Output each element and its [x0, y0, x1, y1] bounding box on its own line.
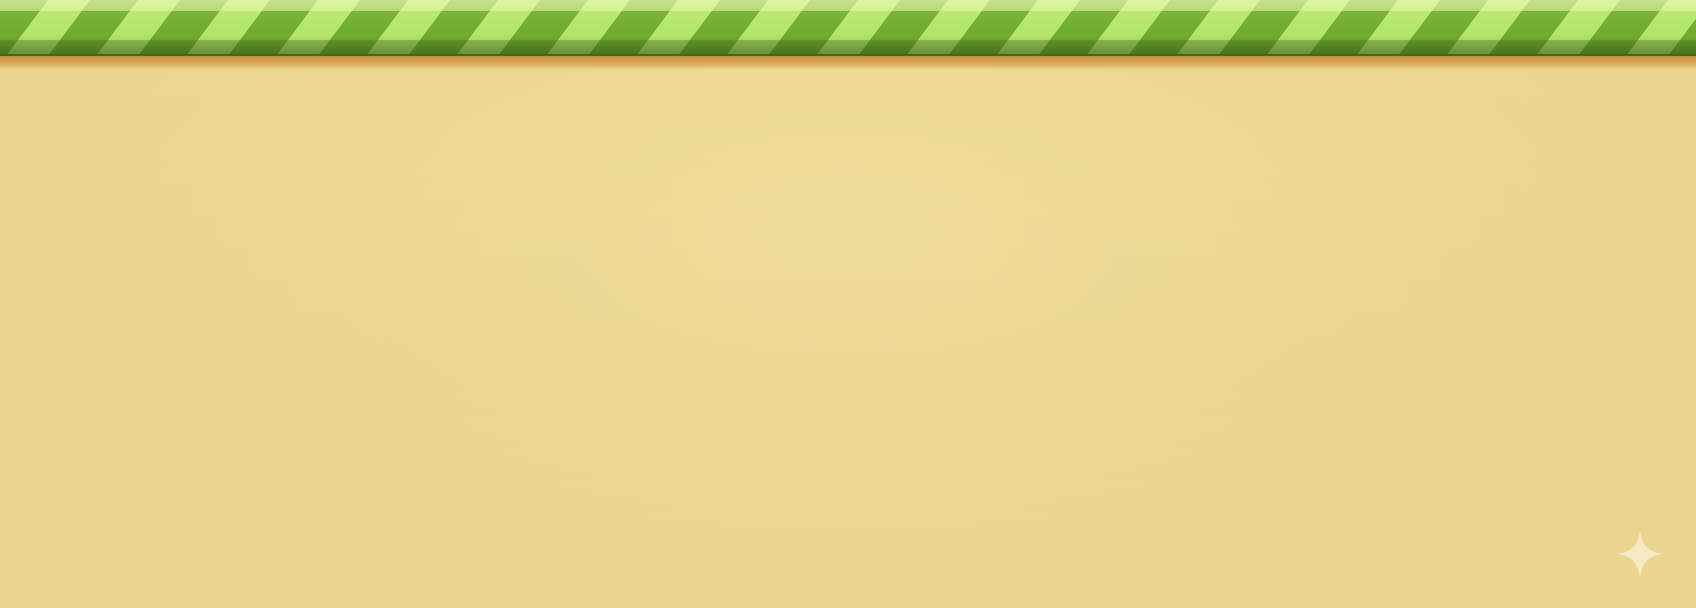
game-scene: [0, 0, 1696, 608]
sparkle-shape: [1616, 530, 1664, 578]
bar-shine: [0, 0, 1696, 56]
candy-stripe-bar: [0, 0, 1696, 56]
stripe-pattern: [0, 0, 1696, 56]
bar-shadow-band: [0, 56, 1696, 70]
four-point-star-icon: [1614, 528, 1666, 580]
